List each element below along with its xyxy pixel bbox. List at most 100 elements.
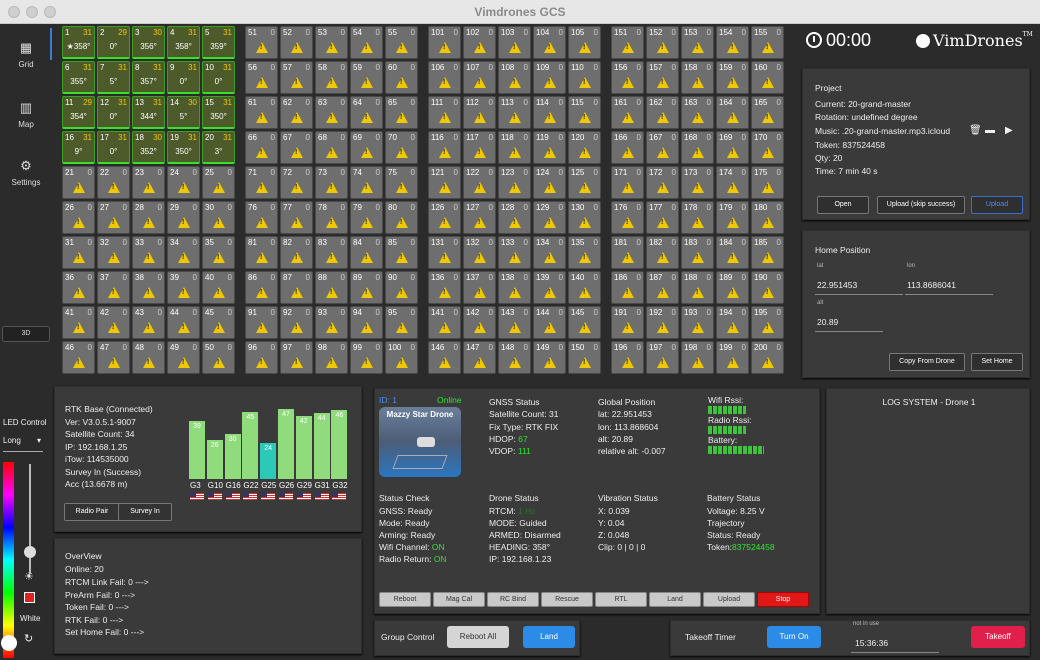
drone-cell-70[interactable]: 70 0 <box>385 131 418 164</box>
drone-cell-97[interactable]: 97 0 <box>280 341 313 374</box>
drone-cell-40[interactable]: 40 0 <box>202 271 235 304</box>
overview-line[interactable]: RTCM Link Fail: 0 ---> <box>65 577 149 587</box>
drone-cell-1[interactable]: ★358° 1 31 <box>62 26 95 59</box>
trash-icon[interactable]: 🗑 <box>969 125 982 136</box>
drone-cell-167[interactable]: 1670 <box>646 131 679 164</box>
reboot-all-button[interactable]: Reboot All <box>447 626 509 648</box>
drone-cell-139[interactable]: 139 0 <box>533 271 566 304</box>
drone-cell-74[interactable]: 74 0 <box>350 166 383 199</box>
drone-cell-113[interactable]: 113 0 <box>498 96 531 129</box>
takeoff-time-field[interactable]: 15:36:36 <box>855 638 888 648</box>
drone-cell-106[interactable]: 106 0 <box>428 61 461 94</box>
drone-cell-69[interactable]: 69 0 <box>350 131 383 164</box>
drone-cell-173[interactable]: 1730 <box>681 166 714 199</box>
drone-cell-165[interactable]: 1650 <box>751 96 784 129</box>
drone-cell-198[interactable]: 1980 <box>681 341 714 374</box>
drone-cell-51[interactable]: 51 0 <box>245 26 278 59</box>
drone-cell-89[interactable]: 89 0 <box>350 271 383 304</box>
drone-cell-39[interactable]: 39 0 <box>167 271 200 304</box>
drone-cell-62[interactable]: 62 0 <box>280 96 313 129</box>
drone-cell-27[interactable]: 27 0 <box>97 201 130 234</box>
drone-cell-160[interactable]: 1600 <box>751 61 784 94</box>
upload-button[interactable]: Upload <box>971 196 1023 214</box>
drone-cell-105[interactable]: 105 0 <box>568 26 601 59</box>
drone-cell-80[interactable]: 80 0 <box>385 201 418 234</box>
drone-cell-132[interactable]: 132 0 <box>463 236 496 269</box>
drone-cell-48[interactable]: 48 0 <box>132 341 165 374</box>
drone-cell-152[interactable]: 1520 <box>646 26 679 59</box>
drone-cell-185[interactable]: 1850 <box>751 236 784 269</box>
drone-cell-104[interactable]: 104 0 <box>533 26 566 59</box>
drone-cell-150[interactable]: 1500 <box>568 341 601 374</box>
drone-cell-16[interactable]: 9° 16 31 <box>62 131 95 164</box>
drone-cell-148[interactable]: 148 0 <box>498 341 531 374</box>
drone-cell-169[interactable]: 1690 <box>716 131 749 164</box>
sidebar-item-settings[interactable]: ⚙ Settings <box>0 158 52 187</box>
rescue-button[interactable]: Rescue <box>541 592 593 607</box>
drone-cell-64[interactable]: 64 0 <box>350 96 383 129</box>
drone-cell-3[interactable]: 356° 3 30 <box>132 26 165 59</box>
home-lat-field[interactable]: 22.951453 <box>817 280 857 290</box>
mag-cal-button[interactable]: Mag Cal <box>433 592 485 607</box>
drone-cell-145[interactable]: 145 0 <box>568 306 601 339</box>
drone-cell-32[interactable]: 32 0 <box>97 236 130 269</box>
drone-cell-176[interactable]: 1760 <box>611 201 644 234</box>
takeoff-button[interactable]: Takeoff <box>971 626 1025 648</box>
drone-cell-188[interactable]: 1880 <box>681 271 714 304</box>
drone-cell-130[interactable]: 130 0 <box>568 201 601 234</box>
drone-cell-149[interactable]: 149 0 <box>533 341 566 374</box>
drone-cell-146[interactable]: 146 0 <box>428 341 461 374</box>
drone-cell-128[interactable]: 128 0 <box>498 201 531 234</box>
drone-cell-92[interactable]: 92 0 <box>280 306 313 339</box>
drone-cell-30[interactable]: 30 0 <box>202 201 235 234</box>
drone-cell-17[interactable]: 0° 17 31 <box>97 131 130 164</box>
drone-cell-166[interactable]: 1660 <box>611 131 644 164</box>
drone-cell-118[interactable]: 118 0 <box>498 131 531 164</box>
drone-cell-66[interactable]: 66 0 <box>245 131 278 164</box>
drone-cell-4[interactable]: 358° 4 31 <box>167 26 200 59</box>
drone-cell-155[interactable]: 1550 <box>751 26 784 59</box>
drone-cell-131[interactable]: 131 0 <box>428 236 461 269</box>
drone-cell-29[interactable]: 29 0 <box>167 201 200 234</box>
drone-cell-122[interactable]: 122 0 <box>463 166 496 199</box>
drone-cell-85[interactable]: 85 0 <box>385 236 418 269</box>
drone-cell-15[interactable]: 350° 15 31 <box>202 96 235 129</box>
drone-cell-141[interactable]: 141 0 <box>428 306 461 339</box>
drone-cell-157[interactable]: 1570 <box>646 61 679 94</box>
drone-cell-144[interactable]: 144 0 <box>533 306 566 339</box>
drone-cell-94[interactable]: 94 0 <box>350 306 383 339</box>
drone-cell-54[interactable]: 54 0 <box>350 26 383 59</box>
drone-cell-183[interactable]: 1830 <box>681 236 714 269</box>
drone-cell-98[interactable]: 98 0 <box>315 341 348 374</box>
drone-cell-7[interactable]: 5° 7 31 <box>97 61 130 94</box>
overview-line[interactable]: PreArm Fail: 0 ---> <box>65 590 135 600</box>
drone-cell-172[interactable]: 1720 <box>646 166 679 199</box>
drone-cell-23[interactable]: 23 0 <box>132 166 165 199</box>
drone-cell-68[interactable]: 68 0 <box>315 131 348 164</box>
drone-cell-52[interactable]: 52 0 <box>280 26 313 59</box>
copy-from-drone-button[interactable]: Copy From Drone <box>889 353 965 371</box>
drone-cell-186[interactable]: 1860 <box>611 271 644 304</box>
drone-cell-8[interactable]: 357° 8 31 <box>132 61 165 94</box>
drone-cell-154[interactable]: 1540 <box>716 26 749 59</box>
drone-cell-14[interactable]: 5° 14 30 <box>167 96 200 129</box>
drone-cell-18[interactable]: 352° 18 30 <box>132 131 165 164</box>
overview-line[interactable]: Token Fail: 0 ---> <box>65 602 129 612</box>
drone-cell-44[interactable]: 44 0 <box>167 306 200 339</box>
drone-cell-161[interactable]: 1610 <box>611 96 644 129</box>
drone-cell-83[interactable]: 83 0 <box>315 236 348 269</box>
drone-cell-42[interactable]: 42 0 <box>97 306 130 339</box>
drone-cell-189[interactable]: 1890 <box>716 271 749 304</box>
drone-cell-61[interactable]: 61 0 <box>245 96 278 129</box>
drone-cell-65[interactable]: 65 0 <box>385 96 418 129</box>
folder-icon[interactable]: ▬ <box>985 125 995 136</box>
drone-cell-75[interactable]: 75 0 <box>385 166 418 199</box>
refresh-icon[interactable]: ↻ <box>24 632 33 645</box>
drone-cell-5[interactable]: 359° 5 31 <box>202 26 235 59</box>
drone-cell-82[interactable]: 82 0 <box>280 236 313 269</box>
drone-cell-184[interactable]: 1840 <box>716 236 749 269</box>
drone-cell-135[interactable]: 135 0 <box>568 236 601 269</box>
drone-cell-22[interactable]: 22 0 <box>97 166 130 199</box>
radio-pair-button[interactable]: Radio Pair <box>64 503 120 521</box>
drone-cell-177[interactable]: 1770 <box>646 201 679 234</box>
